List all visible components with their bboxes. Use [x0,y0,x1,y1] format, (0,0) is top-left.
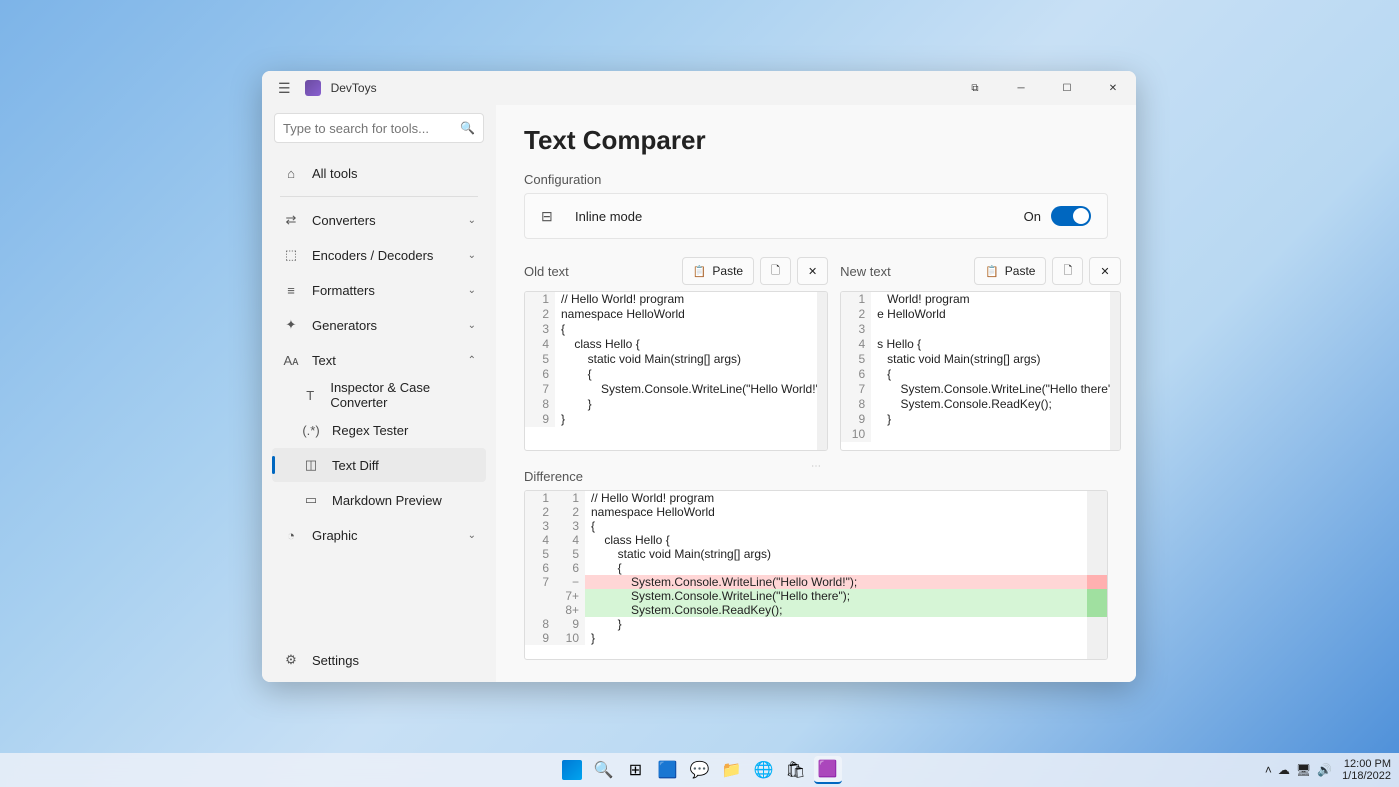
formatters-icon: ≡ [282,283,300,298]
chevron-down-icon: ⌄ [468,530,476,541]
open-file-button[interactable]: 🗋 [760,257,791,285]
config-label: Configuration [524,172,1108,187]
main-content: Text Comparer Configuration ⊟ Inline mod… [496,105,1136,682]
open-file-button[interactable]: 🗋 [1052,257,1083,285]
config-card: ⊟ Inline mode On [524,193,1108,239]
nav-label: Markdown Preview [332,493,442,508]
diff-icon: ◫ [302,457,320,473]
old-text-pane: Old text 📋Paste 🗋 ✕ 1// Hello World! pro… [524,257,828,451]
chevron-down-icon: ⌄ [468,285,476,296]
nav-label: Text Diff [332,458,379,473]
monitor-icon[interactable]: 🖥 [1296,763,1311,777]
nav-regex[interactable]: (.*) Regex Tester [272,413,486,447]
nav-label: Formatters [312,283,375,298]
maximize-button[interactable]: ☐ [1044,71,1090,105]
paste-button[interactable]: 📋Paste [682,257,754,285]
chevron-up-icon: ⌃ [468,355,476,366]
nav-label: Generators [312,318,377,333]
close-button[interactable]: ✕ [1090,71,1136,105]
new-text-pane: New text 📋Paste 🗋 ✕ 1 World! program2e H… [840,257,1120,451]
nav-label: All tools [312,166,358,181]
clipboard-icon: 📋 [985,265,999,278]
chevron-down-icon: ⌄ [468,250,476,261]
converters-icon: ⇄ [282,212,300,228]
nav-label: Regex Tester [332,423,408,438]
taskbar: 🔍 ⊞ 🟦 💬 📁 🌐 🛍 🟪 ˄ ☁ 🖥 🔊 12:00 PM 1/18/20… [0,753,1399,787]
markdown-icon: ▭ [302,492,320,508]
nav-label: Encoders / Decoders [312,248,433,263]
edge[interactable]: 🌐 [750,756,778,784]
store[interactable]: 🛍 [782,756,810,784]
chevron-up-icon[interactable]: ˄ [1265,763,1272,777]
nav-all-tools[interactable]: ⌂ All tools [272,156,486,190]
generators-icon: ✦ [282,317,300,333]
nav-inspector[interactable]: T Inspector & Case Converter [272,378,486,412]
nav-label: Text [312,353,336,368]
app-window: ☰ DevToys ⧉ ─ ☐ ✕ 🔍 ⌂ All tools [262,71,1136,682]
graphic-icon: ◔ [282,528,300,543]
home-icon: ⌂ [282,166,300,181]
sidebar: 🔍 ⌂ All tools ⇄ Converters ⌄ ⬚ Encoders … [262,105,496,682]
nav-settings[interactable]: ⚙ Settings [272,643,486,677]
chevron-down-icon: ⌄ [468,320,476,331]
search-box[interactable]: 🔍 [274,113,484,143]
app-icon [305,80,321,96]
file-icon: 🗋 [1063,262,1072,281]
widgets[interactable]: 🟦 [654,756,682,784]
inline-icon: ⊟ [541,208,561,225]
nav-markdown[interactable]: ▭ Markdown Preview [272,483,486,517]
inspector-icon: T [302,388,318,403]
titlebar: ☰ DevToys ⧉ ─ ☐ ✕ [262,71,1136,105]
hamburger-icon[interactable]: ☰ [274,76,295,101]
nav-text-diff[interactable]: ◫ Text Diff [272,448,486,482]
clear-button[interactable]: ✕ [1089,257,1120,285]
taskbar-search[interactable]: 🔍 [590,756,618,784]
inline-mode-label: Inline mode [575,209,642,224]
text-icon: Aᴀ [282,353,300,368]
paste-button[interactable]: 📋Paste [974,257,1046,285]
search-icon: 🔍 [460,121,475,135]
clipboard-icon: 📋 [693,265,707,278]
nav-label: Inspector & Case Converter [330,380,476,410]
chat[interactable]: 💬 [686,756,714,784]
divider [280,196,478,197]
devtoys-taskbar[interactable]: 🟪 [814,756,842,784]
cloud-icon[interactable]: ☁ [1278,763,1290,777]
toggle-state: On [1024,209,1041,224]
new-text-label: New text [840,264,891,279]
volume-icon[interactable]: 🔊 [1317,763,1332,777]
close-icon: ✕ [1100,265,1109,278]
diff-viewer[interactable]: 11// Hello World! program22namespace Hel… [524,490,1108,660]
chevron-down-icon: ⌄ [468,215,476,226]
nav-encoders[interactable]: ⬚ Encoders / Decoders ⌄ [272,238,486,272]
minimize-button[interactable]: ─ [998,71,1044,105]
start-button[interactable] [558,756,586,784]
task-view[interactable]: ⊞ [622,756,650,784]
new-text-editor[interactable]: 1 World! program2e HelloWorld34s Hello {… [840,291,1120,451]
nav-converters[interactable]: ⇄ Converters ⌄ [272,203,486,237]
nav-label: Settings [312,653,359,668]
search-input[interactable] [283,121,460,136]
nav-label: Graphic [312,528,358,543]
gear-icon: ⚙ [282,652,300,668]
resize-grip[interactable]: ⋯ [524,461,1108,469]
clear-button[interactable]: ✕ [797,257,828,285]
nav-graphic[interactable]: ◔ Graphic ⌄ [272,518,486,552]
explorer[interactable]: 📁 [718,756,746,784]
file-icon: 🗋 [771,262,780,281]
encoders-icon: ⬚ [282,247,300,263]
old-text-label: Old text [524,264,569,279]
inline-mode-toggle[interactable] [1051,206,1091,226]
old-text-editor[interactable]: 1// Hello World! program2namespace Hello… [524,291,828,451]
clock[interactable]: 12:00 PM 1/18/2022 [1342,758,1391,782]
pip-button[interactable]: ⧉ [952,71,998,105]
page-title: Text Comparer [524,125,1108,156]
nav-generators[interactable]: ✦ Generators ⌄ [272,308,486,342]
app-title: DevToys [331,81,377,95]
nav-label: Converters [312,213,376,228]
regex-icon: (.*) [302,423,320,438]
nav-text[interactable]: Aᴀ Text ⌃ [272,343,486,377]
close-icon: ✕ [808,265,817,278]
nav-formatters[interactable]: ≡ Formatters ⌄ [272,273,486,307]
